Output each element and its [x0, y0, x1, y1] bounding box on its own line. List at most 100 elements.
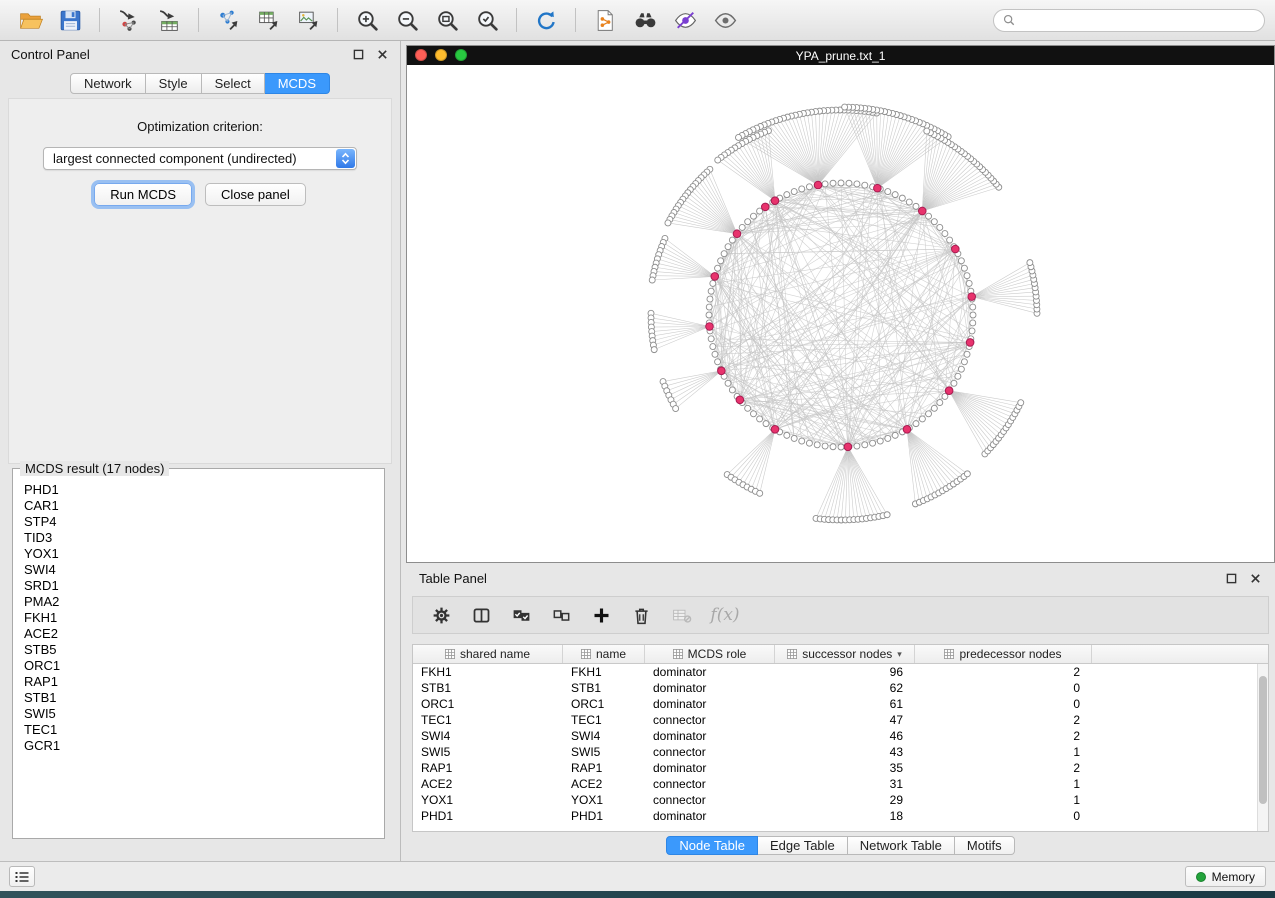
memory-button[interactable]: Memory	[1185, 866, 1266, 887]
mcds-result-list[interactable]: PHD1CAR1STP4TID3YOX1SWI4SRD1PMA2FKH1ACE2…	[13, 469, 384, 838]
float-panel-icon[interactable]	[352, 48, 365, 61]
run-mcds-button[interactable]: Run MCDS	[94, 183, 192, 206]
refresh-view-icon	[534, 8, 559, 33]
mcds-result-item[interactable]: PHD1	[24, 482, 373, 498]
mcds-result-item[interactable]: CAR1	[24, 498, 373, 514]
table-cell: SWI5	[563, 744, 645, 760]
mcds-result-item[interactable]: TID3	[24, 530, 373, 546]
zoom-out-button[interactable]	[389, 4, 425, 36]
mcds-result-item[interactable]: SRD1	[24, 578, 373, 594]
table-row[interactable]: TEC1TEC1connector472	[413, 712, 1268, 728]
close-panel-icon[interactable]	[1249, 572, 1262, 585]
mcds-result-item[interactable]: TEC1	[24, 722, 373, 738]
find-button[interactable]	[627, 4, 663, 36]
mcds-result-item[interactable]: STB5	[24, 642, 373, 658]
main-toolbar	[0, 0, 1275, 41]
table-cell: 31	[775, 776, 915, 792]
table-cell: TEC1	[413, 712, 563, 728]
column-header-successor-nodes[interactable]: successor nodes▾	[775, 645, 915, 663]
save-session-button[interactable]	[52, 4, 88, 36]
table-cell: 96	[775, 664, 915, 680]
table-cell: 2	[915, 728, 1092, 744]
open-file-button[interactable]	[12, 4, 48, 36]
network-window-titlebar[interactable]: YPA_prune.txt_1	[407, 46, 1274, 65]
tab-style[interactable]: Style	[146, 73, 202, 94]
zoom-selected-button[interactable]	[469, 4, 505, 36]
delete-row-button[interactable]	[625, 599, 657, 631]
share-document-button[interactable]	[587, 4, 623, 36]
save-session-icon	[58, 8, 83, 33]
export-table-button[interactable]	[250, 4, 286, 36]
tab-network[interactable]: Network	[70, 73, 146, 94]
column-header-shared-name[interactable]: shared name	[413, 645, 563, 663]
mcds-result-item[interactable]: ACE2	[24, 626, 373, 642]
table-row[interactable]: RAP1RAP1dominator352	[413, 760, 1268, 776]
export-image-button[interactable]	[290, 4, 326, 36]
column-attribute-icon	[944, 649, 954, 659]
minimize-window-icon[interactable]	[435, 49, 447, 61]
mcds-result-item[interactable]: GCR1	[24, 738, 373, 754]
zoom-out-icon	[395, 8, 420, 33]
refresh-view-button[interactable]	[528, 4, 564, 36]
table-row[interactable]: FKH1FKH1dominator962	[413, 664, 1268, 680]
tab-node-table[interactable]: Node Table	[666, 836, 758, 855]
table-row[interactable]: SWI5SWI5connector431	[413, 744, 1268, 760]
column-attribute-icon	[673, 649, 683, 659]
zoom-in-button[interactable]	[349, 4, 385, 36]
table-row[interactable]: SWI4SWI4dominator462	[413, 728, 1268, 744]
settings-gear-icon	[431, 605, 452, 626]
optimization-criterion-select[interactable]: largest connected component (undirected)	[43, 147, 357, 170]
tab-motifs[interactable]: Motifs	[955, 836, 1015, 855]
mcds-result-item[interactable]: SWI4	[24, 562, 373, 578]
add-row-button[interactable]	[585, 599, 617, 631]
search-input[interactable]	[1020, 13, 1255, 27]
table-row[interactable]: YOX1YOX1connector291	[413, 792, 1268, 808]
tab-edge-table[interactable]: Edge Table	[758, 836, 848, 855]
tab-network-table[interactable]: Network Table	[848, 836, 955, 855]
maximize-window-icon[interactable]	[455, 49, 467, 61]
search-box[interactable]	[993, 9, 1265, 32]
column-header-filler	[1092, 645, 1268, 663]
tab-mcds[interactable]: MCDS	[265, 73, 330, 94]
show-columns-button[interactable]	[465, 599, 497, 631]
column-header-predecessor-nodes[interactable]: predecessor nodes	[915, 645, 1092, 663]
mcds-result-item[interactable]: FKH1	[24, 610, 373, 626]
close-panel-button[interactable]: Close panel	[205, 183, 306, 206]
close-panel-icon[interactable]	[376, 48, 389, 61]
network-canvas[interactable]	[407, 65, 1274, 562]
import-table-button[interactable]	[151, 4, 187, 36]
table-cell: FKH1	[413, 664, 563, 680]
table-cell: 1	[915, 792, 1092, 808]
mcds-result-item[interactable]: STB1	[24, 690, 373, 706]
column-header-name[interactable]: name	[563, 645, 645, 663]
analysis-eye-button[interactable]	[667, 4, 703, 36]
settings-gear-button[interactable]	[425, 599, 457, 631]
scrollbar-thumb[interactable]	[1259, 676, 1267, 804]
mcds-result-item[interactable]: STP4	[24, 514, 373, 530]
table-row[interactable]: ACE2ACE2connector311	[413, 776, 1268, 792]
tab-select[interactable]: Select	[202, 73, 265, 94]
mcds-result-item[interactable]: ORC1	[24, 658, 373, 674]
panel-menu-button[interactable]	[9, 866, 35, 887]
toolbar-separator	[516, 8, 517, 32]
import-network-button[interactable]	[111, 4, 147, 36]
mcds-result-item[interactable]: YOX1	[24, 546, 373, 562]
mcds-result-item[interactable]: PMA2	[24, 594, 373, 610]
table-panel-title: Table Panel	[419, 571, 487, 586]
mcds-result-item[interactable]: RAP1	[24, 674, 373, 690]
select-none-button[interactable]	[545, 599, 577, 631]
mcds-result-item[interactable]: SWI5	[24, 706, 373, 722]
function-builder-button[interactable]: f(x)	[709, 599, 741, 631]
table-scrollbar[interactable]	[1257, 664, 1268, 831]
table-row[interactable]: ORC1ORC1dominator610	[413, 696, 1268, 712]
close-window-icon[interactable]	[415, 49, 427, 61]
float-panel-icon[interactable]	[1225, 572, 1238, 585]
export-network-button[interactable]	[210, 4, 246, 36]
delete-table-button[interactable]	[665, 599, 697, 631]
column-header-MCDS-role[interactable]: MCDS role	[645, 645, 775, 663]
table-row[interactable]: STB1STB1dominator620	[413, 680, 1268, 696]
show-hide-eye-button[interactable]	[707, 4, 743, 36]
zoom-fit-button[interactable]	[429, 4, 465, 36]
select-all-button[interactable]	[505, 599, 537, 631]
table-row[interactable]: PHD1PHD1dominator180	[413, 808, 1268, 824]
